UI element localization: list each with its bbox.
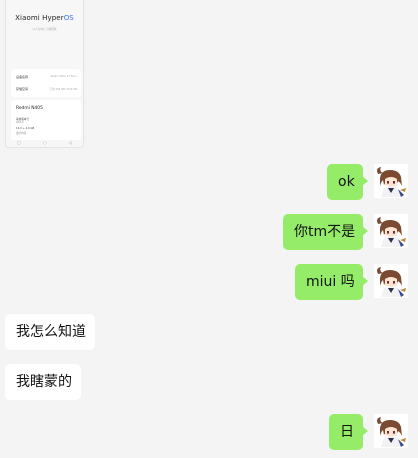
hyperos-logo: Xiaomi HyperOS: [15, 14, 74, 22]
hyperos-tagline: 以人为中心 万物互联: [32, 28, 57, 31]
device-info-card: 设备名称 Redmi Note 13 Pro+ 存储空间 已用 256 GB /…: [11, 69, 81, 97]
avatar-self[interactable]: [374, 264, 408, 298]
message-bubble-sent[interactable]: 你tm不是: [283, 214, 368, 250]
os-version-value: OS1.0: [16, 121, 24, 124]
navigation-bar: ▢ ○ ◁: [6, 140, 83, 145]
message-bubble-received[interactable]: 我瞎蒙的: [5, 364, 81, 400]
recents-icon: ▢: [17, 140, 21, 145]
avatar-self[interactable]: [374, 214, 408, 248]
storage-row: 存储空间 已用 256 GB / 512 GB: [16, 87, 77, 91]
message-bubble-received[interactable]: 我怎么知道: [5, 314, 95, 350]
message-bubble-sent[interactable]: ok: [327, 164, 368, 200]
message-bubble-sent[interactable]: 日: [329, 414, 368, 450]
shared-screenshot-thumbnail[interactable]: Xiaomi HyperOS 以人为中心 万物互联 设备名称 Redmi Not…: [5, 0, 84, 148]
avatar-self[interactable]: [374, 164, 408, 198]
device-name-row: 设备名称 Redmi Note 13 Pro+: [16, 75, 77, 79]
back-icon: ◁: [68, 140, 72, 145]
message-bubble-sent[interactable]: miui 吗: [295, 264, 368, 300]
ram-value: 运行内存: [16, 132, 27, 135]
device-model: Redmi N405: [16, 106, 43, 111]
home-icon: ○: [43, 140, 47, 145]
avatar-self[interactable]: [374, 414, 408, 448]
ram-label: 12.0 + 4.0 GB: [16, 127, 35, 130]
device-model-card: Redmi N405 系统版本号 OS1.0 12.0 + 4.0 GB 运行内…: [11, 100, 81, 140]
